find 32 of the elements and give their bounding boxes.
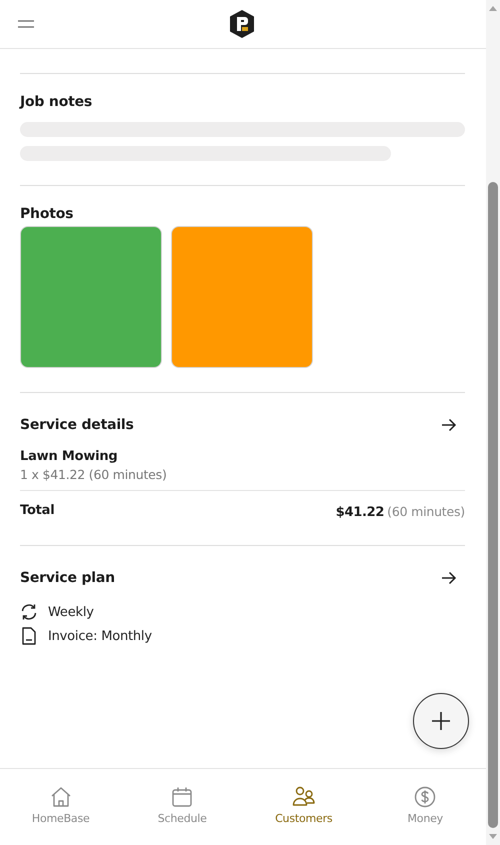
total-label: Total [20,503,55,518]
section-title: Service plan [20,570,115,586]
scrollbar[interactable] [486,0,500,845]
section-title: Service details [20,417,134,433]
total-duration: (60 minutes) [387,504,465,519]
scroll-up-icon[interactable] [489,6,497,11]
section-title: Photos [20,206,74,222]
arrow-right-icon[interactable] [441,418,457,432]
photo-thumbnail[interactable] [20,226,162,368]
people-icon [292,786,316,808]
plan-detail: Invoice: Monthly [48,628,152,644]
nav-tab[interactable]: Customers [243,769,364,845]
nav-tab[interactable]: Schedule [122,769,243,845]
scroll-down-icon[interactable] [489,834,497,839]
nav-tab[interactable]: Money [364,769,486,845]
section-title: Job notes [20,94,94,110]
dollar-icon [414,786,436,808]
home-icon [50,786,72,808]
total-amount: $41.22 [336,505,384,520]
service-price: 1 x $41.22 (60 minutes) [20,467,168,482]
plus-icon [431,711,451,731]
add-button[interactable] [413,693,469,749]
calendar-icon [171,786,194,808]
plan-detail: Weekly [48,604,94,620]
logo-icon [228,9,256,39]
nav-tab[interactable]: HomeBase [0,769,122,845]
service-name: Lawn Mowing [20,449,119,464]
menu-icon[interactable] [18,20,34,28]
document-icon [20,627,38,645]
arrow-right-icon[interactable] [441,571,457,585]
photo-thumbnail[interactable] [171,226,313,368]
repeat-icon [20,603,38,621]
